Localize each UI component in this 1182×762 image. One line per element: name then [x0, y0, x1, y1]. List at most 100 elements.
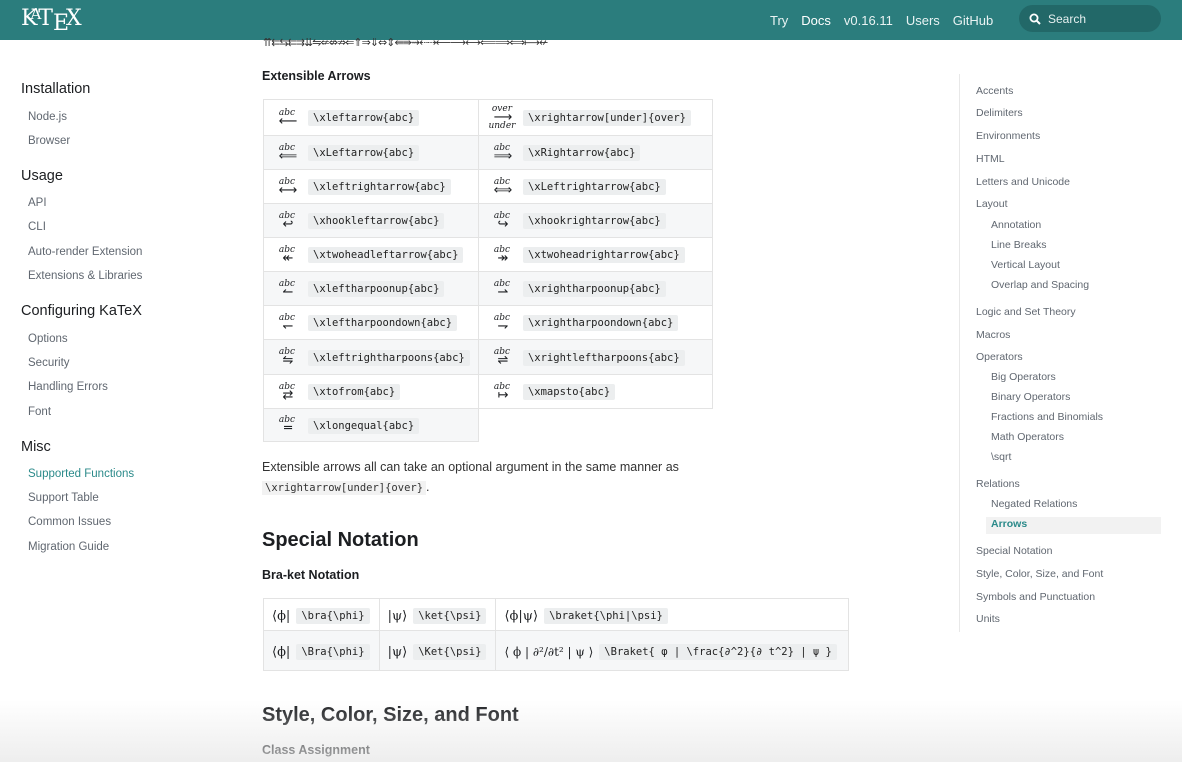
katex-logo[interactable]: KATEX	[21, 5, 82, 36]
arrow-glyph: ⟹	[493, 148, 513, 164]
toc-item-sqrt[interactable]: \sqrt	[991, 451, 1011, 463]
sidebar-item-browser[interactable]: Browser	[28, 135, 70, 147]
nav-link-docs[interactable]: Docs	[801, 13, 831, 28]
rendered-arrow: abc ⇀	[487, 279, 517, 300]
toc-item-units[interactable]: Units	[976, 613, 1000, 625]
rendered-arrow: abc ↠	[487, 245, 517, 266]
toc-item-environments[interactable]: Environments	[976, 130, 1040, 142]
rendered-math: ⟨ϕ|	[272, 645, 291, 660]
toc-item-html[interactable]: HTML	[976, 153, 1005, 165]
nav-link-github[interactable]: GitHub	[953, 13, 993, 28]
toc-item-big-operators[interactable]: Big Operators	[991, 371, 1056, 383]
rendered-arrow: abc ⟸	[272, 143, 302, 164]
extensible-row: abc ↩ \xhookleftarrow{abc} abc ↪ \xhookrighta…	[263, 203, 714, 238]
arrow-glyph: ↦	[497, 387, 509, 403]
arrow-glyph: ⇀	[497, 284, 509, 300]
toc-item-fractions-and-binomials[interactable]: Fractions and Binomials	[991, 411, 1103, 423]
extensible-cell: abc ⟵ \xleftarrow{abc}	[263, 99, 479, 136]
toc-item-operators[interactable]: Operators	[976, 351, 1023, 363]
code-snippet: \xrightharpoonup{abc}	[522, 281, 666, 297]
code-snippet: \xleftarrow{abc}	[308, 110, 420, 126]
code-snippet: \xRightarrow{abc}	[522, 145, 641, 161]
nav-link-users[interactable]: Users	[906, 13, 940, 28]
extensible-cell: abc ⇀ \xrightharpoonup{abc}	[477, 271, 714, 306]
code-snippet: \xlongequal{abc}	[308, 417, 420, 434]
sidebar-group-installation: Installation	[21, 81, 91, 97]
sidebar-group-usage: Usage	[21, 168, 63, 184]
extensible-cell: abc ⇁ \xrightharpoondown{abc}	[477, 305, 714, 340]
extensible-row: abc ═ \xlongequal{abc}	[263, 408, 713, 442]
arrow-glyph: ↠	[497, 250, 509, 266]
sidebar-item-common-issues[interactable]: Common Issues	[28, 516, 111, 528]
code-snippet: \xtwoheadrightarrow{abc}	[522, 247, 685, 263]
rendered-arrow: abc ↩	[272, 211, 302, 231]
sidebar-group-misc: Misc	[21, 439, 51, 455]
sidebar-item-auto-render[interactable]: Auto-render Extension	[28, 246, 142, 258]
toc-item-negated-relations[interactable]: Negated Relations	[991, 498, 1077, 510]
toc-item-line-breaks[interactable]: Line Breaks	[991, 239, 1046, 251]
toc-item-macros[interactable]: Macros	[976, 329, 1010, 341]
braket-cell: ⟨ϕ|ψ⟩ \braket{\phi|\psi}	[495, 598, 849, 631]
braket-cell: |ψ⟩ \ket{\psi}	[378, 598, 497, 631]
sidebar-item-migration-guide[interactable]: Migration Guide	[28, 541, 109, 553]
special-notation-heading: Special Notation	[262, 529, 419, 551]
extensible-row: abc ⇄ \xtofrom{abc} abc ↦ \xmapsto{abc}	[263, 374, 714, 409]
search-input[interactable]: Search	[1019, 5, 1161, 32]
toc-item-math-operators[interactable]: Math Operators	[991, 431, 1064, 443]
extensible-cell: abc ⇌ \xrightleftharpoons{abc}	[477, 339, 714, 375]
sidebar-item-security[interactable]: Security	[28, 357, 70, 369]
sidebar-item-extensions[interactable]: Extensions & Libraries	[28, 270, 142, 282]
rendered-arrow: abc ⇋	[272, 348, 302, 368]
braket-row: ⟨ϕ| \Bra{\phi} |ψ⟩ \Ket{\psi} ⟨ ϕ | ∂²/∂t²…	[263, 630, 849, 671]
nav-link-try[interactable]: Try	[770, 13, 788, 28]
extensible-cell: abc ↪ \xhookrightarrow{abc}	[477, 203, 714, 238]
extensible-cell: abc ↞ \xtwoheadleftarrow{abc}	[263, 237, 479, 272]
extensible-arrows-table: abc ⟵ \xleftarrow{abc} over ⟶ under \xrightarr…	[263, 99, 714, 442]
sidebar-item-cli[interactable]: CLI	[28, 221, 46, 233]
nav-link-version[interactable]: v0.16.11	[844, 13, 893, 28]
braket-cell: ⟨ϕ| \bra{\phi}	[263, 598, 380, 631]
toc-item-letters-and-unicode[interactable]: Letters and Unicode	[976, 176, 1070, 188]
toc-item-style-color-size-and-font[interactable]: Style, Color, Size, and Font	[976, 568, 1103, 580]
sidebar-item-supported-functions[interactable]: Supported Functions	[28, 468, 134, 480]
arrow-glyph: ⇁	[497, 318, 509, 334]
extensible-cell: abc ↠ \xtwoheadrightarrow{abc}	[477, 237, 714, 272]
toc-item-delimiters[interactable]: Delimiters	[976, 107, 1023, 119]
code-snippet: \Braket{ φ | \frac{∂^2}{∂ t^2} | ψ }	[599, 643, 837, 660]
extensible-cell: abc ⟷ \xleftrightarrow{abc}	[263, 169, 479, 204]
extensible-row: abc ↽ \xleftharpoondown{abc} abc ⇁ \xrighthar…	[263, 305, 714, 340]
toc-item-accents[interactable]: Accents	[976, 85, 1013, 97]
sidebar-item-options[interactable]: Options	[28, 333, 68, 345]
rendered-arrow: abc ↦	[487, 382, 517, 403]
braket-cell: ⟨ ϕ | ∂²/∂t² | ψ ⟩ \Braket{ φ | \frac{∂^2…	[495, 630, 849, 671]
arrow-glyph: ↪	[497, 216, 509, 232]
extensible-cell: abc ⇄ \xtofrom{abc}	[263, 374, 479, 409]
code-snippet: \ket{\psi}	[413, 607, 487, 624]
braket-heading: Bra-ket Notation	[262, 568, 360, 582]
toc-item-arrows[interactable]: Arrows	[991, 518, 1027, 530]
extensible-cell: abc ═ \xlongequal{abc}	[263, 408, 479, 442]
arrow-glyph: ⟸	[278, 148, 298, 164]
toc-item-special-notation[interactable]: Special Notation	[976, 545, 1052, 557]
toc-item-vertical-layout[interactable]: Vertical Layout	[991, 259, 1060, 271]
toc-item-overlap-and-spacing[interactable]: Overlap and Spacing	[991, 279, 1089, 291]
sidebar-item-api[interactable]: API	[28, 197, 47, 209]
sidebar-item-font[interactable]: Font	[28, 406, 51, 418]
toc-item-symbols-and-punctuation[interactable]: Symbols and Punctuation	[976, 591, 1095, 603]
extensible-cell: abc ↩ \xhookleftarrow{abc}	[263, 203, 479, 238]
code-snippet: \xleftharpoondown{abc}	[308, 315, 458, 331]
arrow-glyph: ⇌	[497, 353, 509, 368]
toc-item-logic-and-set-theory[interactable]: Logic and Set Theory	[976, 306, 1076, 318]
search-icon	[1029, 13, 1041, 25]
toc-item-relations[interactable]: Relations	[976, 478, 1020, 490]
sidebar-item-handling-errors[interactable]: Handling Errors	[28, 381, 108, 393]
extensible-arrows-heading: Extensible Arrows	[262, 69, 371, 83]
toc-item-annotation[interactable]: Annotation	[991, 219, 1041, 231]
code-snippet: \xLeftrightarrow{abc}	[522, 179, 666, 195]
sidebar-item-support-table[interactable]: Support Table	[28, 492, 99, 504]
note-code: \xrightarrow[under]{over}	[262, 481, 427, 495]
sidebar-item-nodejs[interactable]: Node.js	[28, 111, 67, 123]
toc-item-layout[interactable]: Layout	[976, 198, 1008, 210]
toc-item-binary-operators[interactable]: Binary Operators	[991, 391, 1070, 403]
rendered-arrow: abc ⟷	[272, 177, 302, 197]
